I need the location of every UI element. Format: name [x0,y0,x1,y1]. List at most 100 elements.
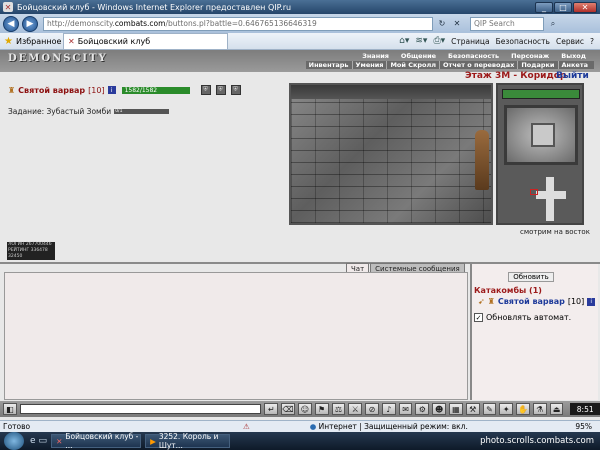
menu-knowledge[interactable]: Знания [362,52,389,60]
smileys-icon[interactable]: ☺ [297,403,312,415]
url-prefix: http://demonscity. [47,19,115,28]
close-button[interactable]: ✕ [573,1,597,13]
help-icon[interactable]: ? [590,37,594,46]
zombie-enemy[interactable] [475,130,489,190]
menu-inventory[interactable]: Инвентарь [309,61,353,69]
chat-mode-icon[interactable]: ◧ [3,403,17,415]
url-input[interactable]: http://demonscity. combats.com/buttons.pl… [43,16,433,31]
minimap-panel [496,83,584,225]
location-title: Этаж 3М - Коридор [465,71,567,81]
globe-icon: ● [309,422,317,431]
sub-menu: Инвентарь Умения Мой Скролл Отчет о пере… [305,61,594,69]
ie-icon[interactable]: e [30,436,36,446]
menu-character[interactable]: Персонаж [511,52,549,60]
game-header: DEMONSCITY Знания Общение Безопасность П… [0,50,600,72]
scroll-icon[interactable]: ✎ [482,403,497,415]
helm-icon[interactable]: ⛨ [230,85,241,95]
filter-icon[interactable]: ⚑ [314,403,329,415]
exit-link[interactable]: Выйти [556,71,589,81]
potion-icon[interactable]: ⚗ [532,403,547,415]
room-user-level: [10] [567,297,585,306]
refresh-button[interactable]: Обновить [508,272,554,282]
page-menu[interactable]: Страница [451,37,489,46]
menu-skills[interactable]: Умения [356,61,388,69]
chat-log[interactable] [4,272,468,400]
combats-tab-icon: ✕ [68,37,75,46]
map-icon[interactable]: ▦ [449,403,463,415]
player-icon: ▶ [150,436,156,446]
player-name[interactable]: Святой варвар [18,86,85,95]
shield-icon[interactable]: ⛨ [215,85,226,95]
menu-exit[interactable]: Выход [561,52,586,60]
minimize-button[interactable]: _ [535,1,553,13]
refresh-icon[interactable]: ↻ [436,18,448,30]
search-icon[interactable]: ⌕ [547,18,559,30]
maximize-button[interactable]: □ [554,1,572,13]
clear-icon[interactable]: ⌫ [281,403,295,415]
menu-security[interactable]: Безопасность [448,52,499,60]
stop-icon[interactable]: ✕ [451,18,463,30]
counter-line: 32450 [8,254,23,259]
favorites-button[interactable]: ★ Избранное [0,35,62,47]
zoom-level[interactable]: 95% [575,422,592,431]
menu-gifts[interactable]: Подарки [521,61,559,69]
start-button[interactable] [4,432,24,450]
browser-tab[interactable]: ✕ Бойцовский клуб [63,33,228,49]
taskbar-button-combats[interactable]: ✕ Бойцовский клуб - ... [51,432,142,450]
star-icon: ★ [4,35,13,47]
auto-refresh[interactable]: ✓ Обновлять автомат. [474,313,571,322]
print-icon[interactable]: ⎙▾ [433,36,445,46]
navigation-control[interactable] [504,105,578,165]
hand-icon[interactable]: ✋ [516,403,530,415]
search-input[interactable]: QIP Search [470,16,544,31]
settings-icon[interactable]: ⚙ [415,403,430,415]
game-clock: 8:51 [570,403,600,415]
info-icon[interactable]: i [107,86,116,94]
security-zone[interactable]: ● Интернет | Защищенный режим: вкл. [310,422,468,431]
favorites-label: Избранное [15,36,62,46]
feeds-icon[interactable]: ≋▾ [415,36,427,46]
send-icon[interactable]: ↵ [264,403,279,415]
fight-icon[interactable]: ⚔ [348,403,363,415]
folder-icon[interactable]: ▭ [39,436,48,446]
combats-icon: ✕ [3,2,13,12]
phishing-icon[interactable]: ⚠ [243,422,250,431]
weapon-icon[interactable]: ⚒ [465,403,480,415]
menu-transfers[interactable]: Отчет о переводах [443,61,519,69]
chat-input[interactable] [19,404,262,414]
private-icon[interactable]: ➹ [478,297,485,306]
armor-icon[interactable]: ⛨ [200,85,211,95]
music-icon[interactable]: ♪ [381,403,396,415]
ban-icon[interactable]: ⊘ [365,403,379,415]
auto-refresh-checkbox[interactable]: ✓ [474,313,483,322]
forward-button[interactable]: ▶ [22,15,38,32]
back-button[interactable]: ◀ [3,15,19,32]
menu-chat[interactable]: Общение [401,52,436,60]
task-label: Задание: Зубастый Зомби [8,107,112,116]
spell-icon[interactable]: ✦ [499,403,514,415]
menu-scroll[interactable]: Мой Скролл [390,61,441,69]
quick-launch: e ▭ [30,436,47,446]
taskbar-label: Бойцовский клуб - ... [65,432,139,450]
dungeon-view[interactable] [289,83,493,225]
info-icon[interactable]: i [587,297,596,306]
combats-icon: ✕ [56,436,63,446]
turn-button[interactable] [531,123,555,147]
status-ready: Готово [3,422,31,431]
browser-toolbar: ★ Избранное ✕ Бойцовский клуб ⌂▾ ≋▾ ⎙▾ С… [0,33,600,50]
trade-icon[interactable]: ⚖ [331,403,346,415]
hp-bar: 1582/1582 [121,86,190,94]
title-bar: ✕ Бойцовский клуб - Windows Internet Exp… [0,0,600,14]
menu-profile[interactable]: Анкета [562,61,592,69]
home-icon[interactable]: ⌂▾ [399,36,409,46]
auto-refresh-label: Обновлять автомат. [486,313,572,322]
game-page: DEMONSCITY Знания Общение Безопасность П… [0,50,600,420]
room-user[interactable]: ➹ ♜ Святой варвар [10] i [478,297,596,306]
taskbar-button-music[interactable]: ▶ 3252. Король и Шут... [145,432,231,450]
face-icon[interactable]: ☻ [432,403,446,415]
room-user-name[interactable]: Святой варвар [498,297,565,306]
service-menu[interactable]: Сервис [556,37,584,46]
mail-icon[interactable]: ✉ [398,403,413,415]
exit-icon[interactable]: ⏏ [549,403,564,415]
safety-menu[interactable]: Безопасность [496,37,550,46]
